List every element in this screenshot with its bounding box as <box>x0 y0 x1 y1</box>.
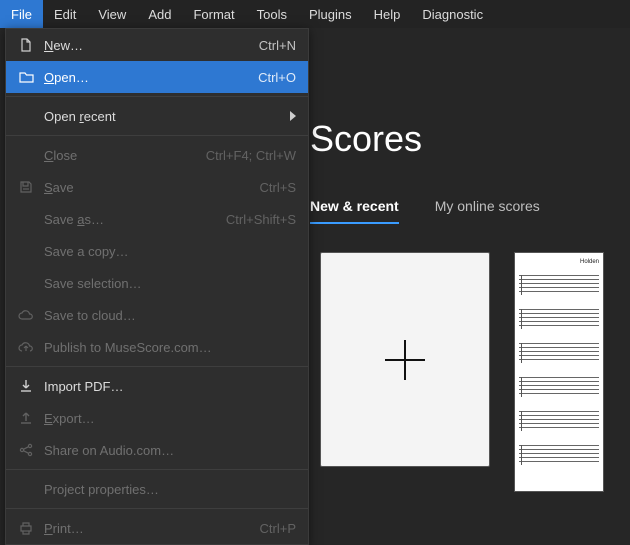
menu-item-save-selection[interactable]: Save selection… <box>6 267 308 299</box>
menubar-item-diagnostic[interactable]: Diagnostic <box>411 0 494 28</box>
menu-label: Open… <box>44 70 258 85</box>
menu-item-import-pdf[interactable]: Import PDF… <box>6 370 308 402</box>
menu-item-open[interactable]: Open… Ctrl+O <box>6 61 308 93</box>
menu-shortcut: Ctrl+S <box>260 180 296 195</box>
menu-shortcut: Ctrl+Shift+S <box>226 212 296 227</box>
menubar-item-add[interactable]: Add <box>137 0 182 28</box>
tab-new-recent[interactable]: New & recent <box>310 198 399 224</box>
menubar-item-format[interactable]: Format <box>182 0 245 28</box>
menu-item-save-cloud[interactable]: Save to cloud… <box>6 299 308 331</box>
new-score-card[interactable] <box>320 252 490 467</box>
menu-label: Project properties… <box>44 482 296 497</box>
menu-label: Save a copy… <box>44 244 296 259</box>
score-preview <box>519 275 599 471</box>
menu-separator <box>6 469 308 470</box>
download-icon <box>16 378 36 394</box>
file-icon <box>16 37 36 53</box>
menu-separator <box>6 135 308 136</box>
menu-label: Open recent <box>44 109 282 124</box>
menu-item-save-copy[interactable]: Save a copy… <box>6 235 308 267</box>
menu-label: Publish to MuseScore.com… <box>44 340 296 355</box>
tab-my-online-scores[interactable]: My online scores <box>435 198 540 224</box>
menu-label: Save as… <box>44 212 226 227</box>
save-icon <box>16 179 36 195</box>
menu-item-export[interactable]: Export… <box>6 402 308 434</box>
menubar: File Edit View Add Format Tools Plugins … <box>0 0 630 28</box>
menubar-item-help[interactable]: Help <box>363 0 412 28</box>
score-card[interactable]: Holden <box>514 252 604 492</box>
share-icon <box>16 442 36 458</box>
folder-icon <box>16 69 36 85</box>
menubar-item-edit[interactable]: Edit <box>43 0 87 28</box>
file-menu: New… Ctrl+N Open… Ctrl+O Open recent Clo… <box>5 28 309 545</box>
plus-icon <box>385 340 425 380</box>
menu-label: Save selection… <box>44 276 296 291</box>
upload-icon <box>16 410 36 426</box>
menu-label: New… <box>44 38 259 53</box>
menu-label: Print… <box>44 521 260 536</box>
chevron-right-icon <box>290 109 296 124</box>
menu-item-save-as[interactable]: Save as… Ctrl+Shift+S <box>6 203 308 235</box>
menubar-item-file[interactable]: File <box>0 0 43 28</box>
menubar-item-tools[interactable]: Tools <box>246 0 298 28</box>
menu-item-publish[interactable]: Publish to MuseScore.com… <box>6 331 308 363</box>
menu-separator <box>6 508 308 509</box>
menu-item-open-recent[interactable]: Open recent <box>6 100 308 132</box>
menubar-item-view[interactable]: View <box>87 0 137 28</box>
menu-separator <box>6 366 308 367</box>
menu-shortcut: Ctrl+N <box>259 38 296 53</box>
menu-shortcut: Ctrl+F4; Ctrl+W <box>206 148 296 163</box>
cloud-up-icon <box>16 339 36 355</box>
menu-label: Save <box>44 180 260 195</box>
menu-item-share-audio[interactable]: Share on Audio.com… <box>6 434 308 466</box>
menu-item-project-properties[interactable]: Project properties… <box>6 473 308 505</box>
menu-label: Share on Audio.com… <box>44 443 296 458</box>
menu-item-save[interactable]: Save Ctrl+S <box>6 171 308 203</box>
print-icon <box>16 520 36 536</box>
menu-label: Close <box>44 148 206 163</box>
score-title: Holden <box>580 259 599 265</box>
menu-label: Import PDF… <box>44 379 296 394</box>
menu-label: Export… <box>44 411 296 426</box>
menu-separator <box>6 96 308 97</box>
menu-item-close[interactable]: Close Ctrl+F4; Ctrl+W <box>6 139 308 171</box>
menu-shortcut: Ctrl+O <box>258 70 296 85</box>
cloud-icon <box>16 307 36 323</box>
menu-label: Save to cloud… <box>44 308 296 323</box>
menubar-item-plugins[interactable]: Plugins <box>298 0 363 28</box>
menu-shortcut: Ctrl+P <box>260 521 296 536</box>
menu-item-new[interactable]: New… Ctrl+N <box>6 29 308 61</box>
menu-item-print[interactable]: Print… Ctrl+P <box>6 512 308 544</box>
